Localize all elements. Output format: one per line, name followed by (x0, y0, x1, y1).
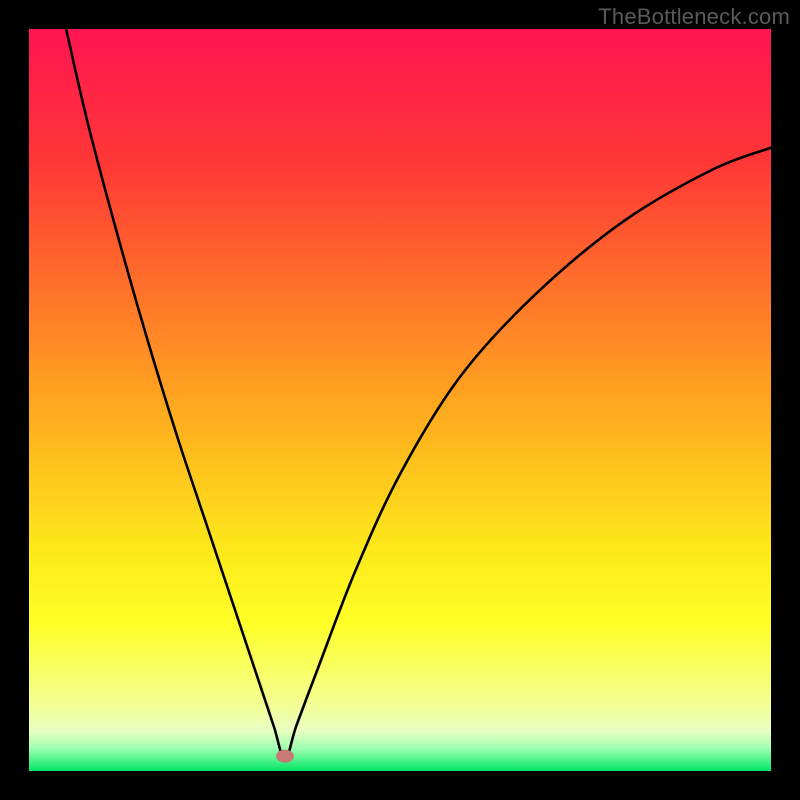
plot-area (29, 29, 771, 771)
chart-svg (29, 29, 771, 771)
watermark-text: TheBottleneck.com (598, 4, 790, 30)
marker-dot (276, 750, 294, 763)
gradient-background (29, 29, 771, 771)
chart-frame: TheBottleneck.com (0, 0, 800, 800)
